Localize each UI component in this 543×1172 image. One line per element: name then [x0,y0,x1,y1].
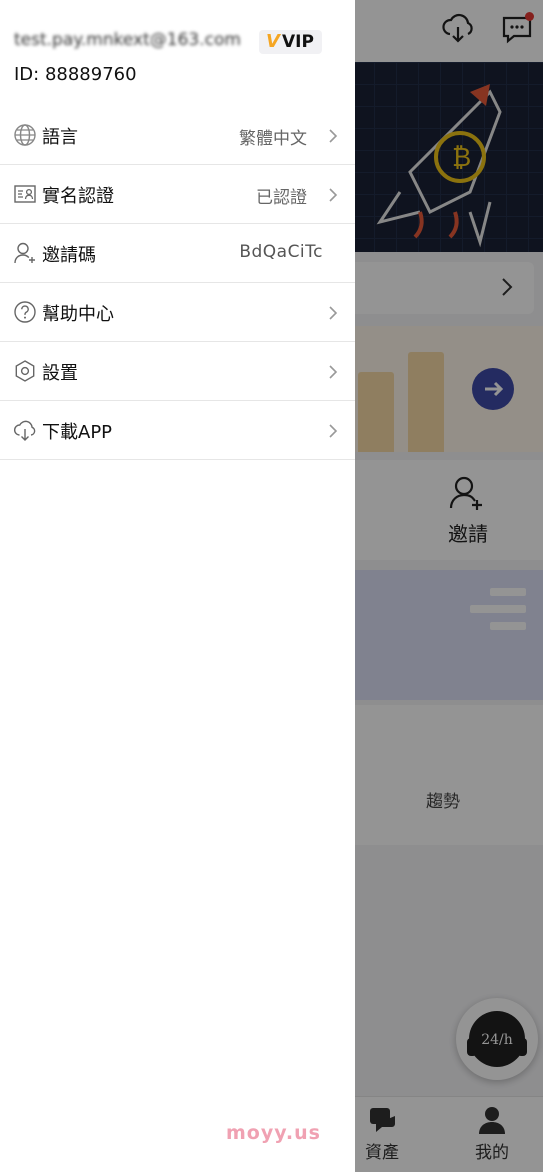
watermark: moyy.us [226,1122,321,1144]
side-drawer: test.pay.mnkext@163.com V VIP ID: 888897… [0,0,355,1172]
user-add-icon [14,242,35,264]
menu-item-invite-code[interactable]: 邀請碼 BdQaCiTc [0,224,355,283]
menu-item-help-center[interactable]: 幫助中心 [0,283,355,342]
menu-label: 實名認證 [42,186,114,207]
cloud-download-icon [14,420,36,441]
menu-label: 設置 [42,363,78,384]
id-card-icon [14,185,36,203]
menu-label: 邀請碼 [42,245,96,266]
account-email: test.pay.mnkext@163.com [14,30,264,56]
menu-item-language[interactable]: 語言 繁體中文 [0,106,355,165]
invite-code-value[interactable]: BdQaCiTc [239,242,323,262]
vip-label: VIP [282,32,314,52]
drawer-menu: 語言 繁體中文 實名認證 已認證 邀請碼 BdQaCiTc 幫助中心 設置 下載… [0,106,355,460]
chevron-right-icon [329,129,338,143]
question-icon [14,301,36,323]
menu-item-settings[interactable]: 設置 [0,342,355,401]
menu-item-verification[interactable]: 實名認證 已認證 [0,165,355,224]
menu-label: 語言 [42,127,78,148]
hexagon-settings-icon [15,360,35,382]
menu-value: 已認證 [256,188,307,208]
vip-v-icon: V [266,31,280,52]
menu-label: 幫助中心 [42,304,114,325]
menu-item-download-app[interactable]: 下載APP [0,401,355,460]
chevron-right-icon [329,306,338,320]
globe-icon [14,124,36,146]
email-text: test.pay.mnkext@163.com [14,30,241,50]
user-id: ID: 88889760 [14,64,137,85]
menu-label: 下載APP [42,422,113,443]
drawer-overlay[interactable] [355,0,543,1172]
menu-value: 繁體中文 [239,129,307,149]
vip-badge[interactable]: V VIP [259,30,322,54]
chevron-right-icon [329,188,338,202]
chevron-right-icon [329,365,338,379]
chevron-right-icon [329,424,338,438]
